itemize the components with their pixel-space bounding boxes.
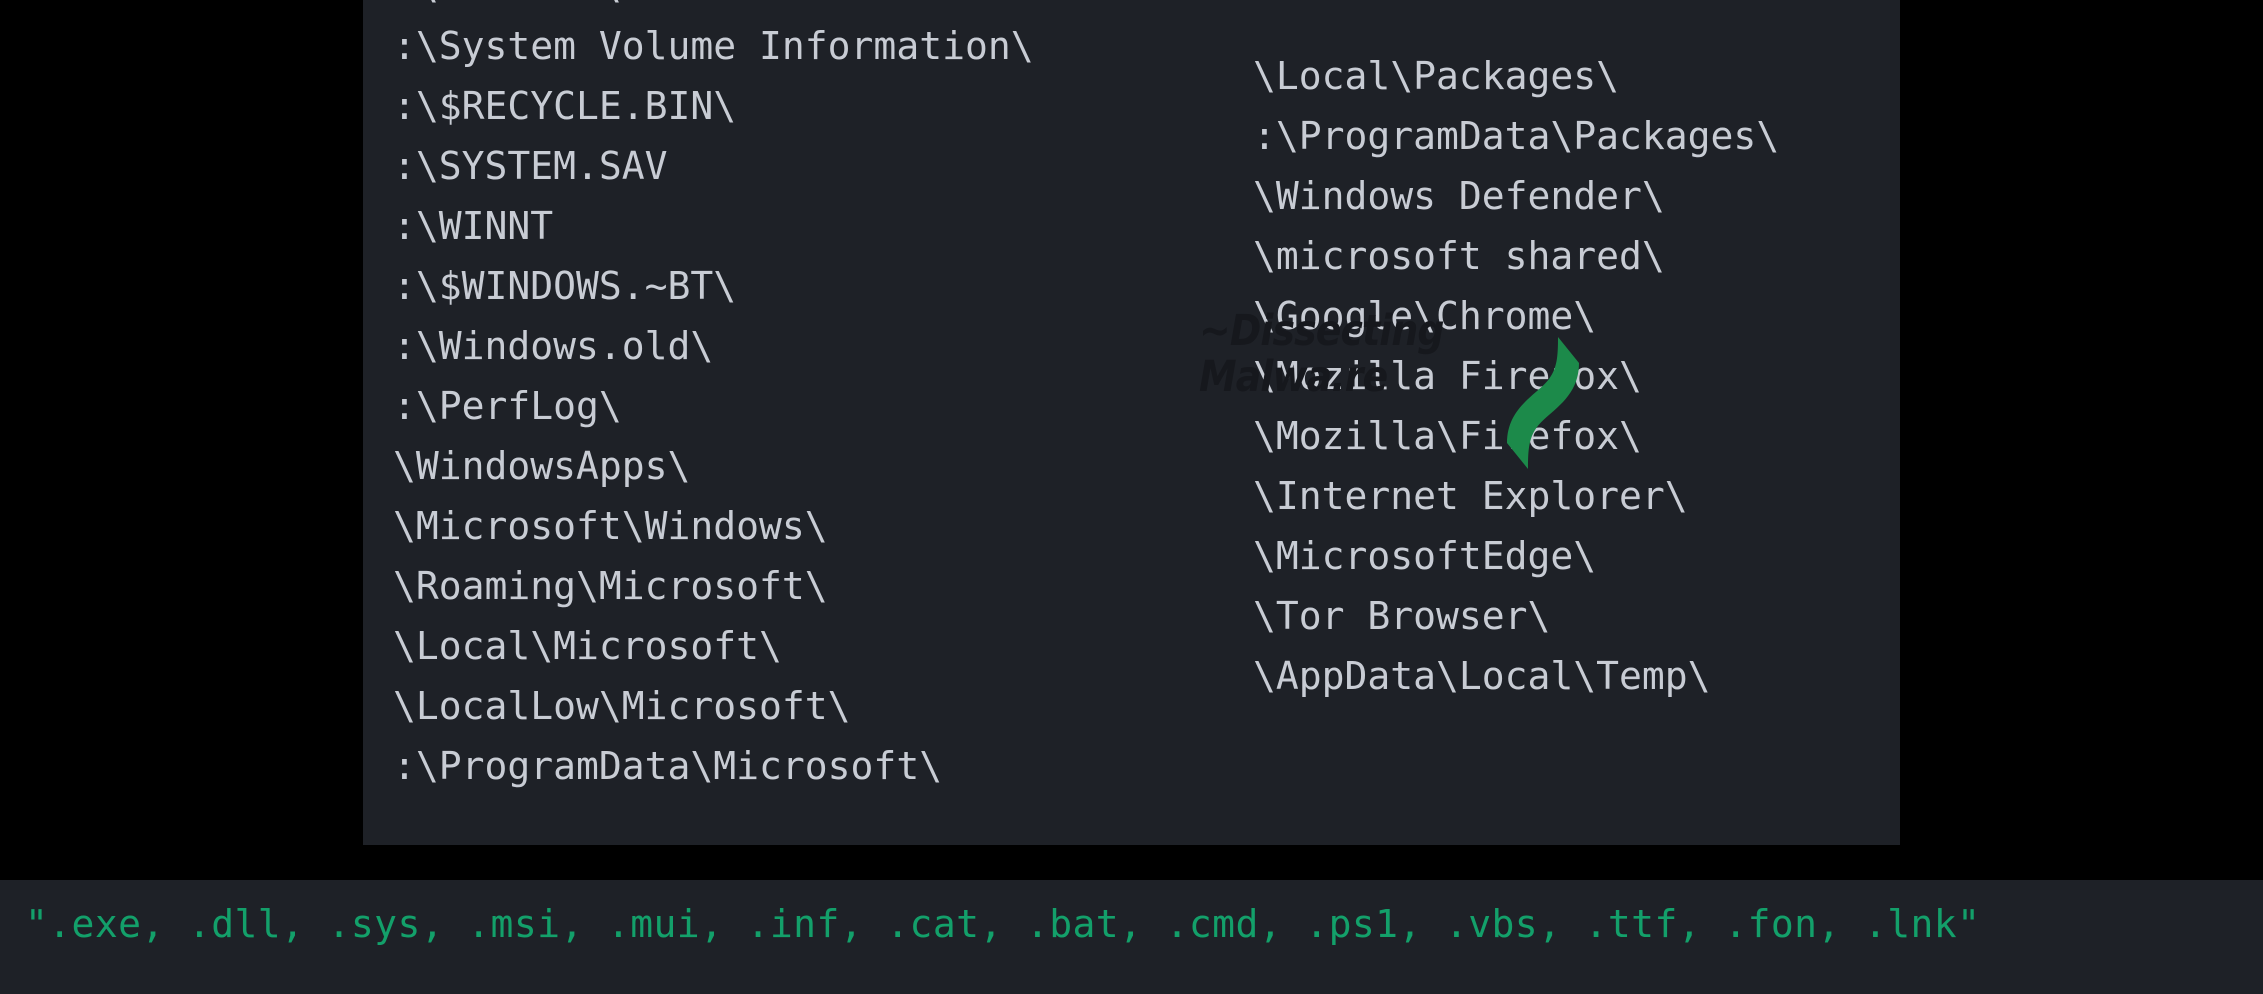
path-line: \Microsoft\Windows\	[393, 504, 828, 548]
excluded-extensions-text: ".exe, .dll, .sys, .msi, .mui, .inf, .ca…	[25, 902, 1981, 946]
path-line: \AppData\Local\Temp\	[1253, 654, 1711, 698]
path-line: \Roaming\Microsoft\	[393, 564, 828, 608]
paths-left-column: :\Windows\ :\System Volume Information\ :\…	[393, 0, 1034, 796]
path-line: \Local\Packages\	[1253, 54, 1620, 98]
dissecting-malware-swoosh-logo	[1475, 335, 1581, 471]
path-line: :\Windows\	[393, 0, 1034, 16]
path-line: \Internet Explorer\	[1253, 474, 1688, 518]
path-line: :\ProgramData\Packages\	[1253, 114, 1780, 158]
screenshot-root: :\Windows\ :\System Volume Information\ :\…	[0, 0, 2263, 994]
path-line: :\System Volume Information\	[393, 24, 1034, 68]
path-line: :\SYSTEM.SAV	[393, 144, 668, 188]
path-line: \Windows Defender\	[1253, 174, 1665, 218]
path-line: \Local\Microsoft\	[393, 624, 782, 668]
path-line: :\$RECYCLE.BIN\	[393, 84, 737, 128]
path-line: :\$WINDOWS.~BT\	[393, 264, 737, 308]
path-line: :\ProgramData\Microsoft\	[393, 744, 943, 788]
path-line: :\PerfLog\	[393, 384, 622, 428]
path-line: :\WINNT	[393, 204, 554, 248]
path-line: \WindowsApps\	[393, 444, 691, 488]
path-line: \MicrosoftEdge\	[1253, 534, 1597, 578]
path-line: \microsoft shared\	[1253, 234, 1665, 278]
excluded-paths-panel: :\Windows\ :\System Volume Information\ :\…	[363, 0, 1900, 845]
path-line: \Tor Browser\	[1253, 594, 1551, 638]
excluded-extensions-bar: ".exe, .dll, .sys, .msi, .mui, .inf, .ca…	[0, 880, 2263, 994]
path-line: \LocalLow\Microsoft\	[393, 684, 851, 728]
path-line: :\Windows.old\	[393, 324, 714, 368]
